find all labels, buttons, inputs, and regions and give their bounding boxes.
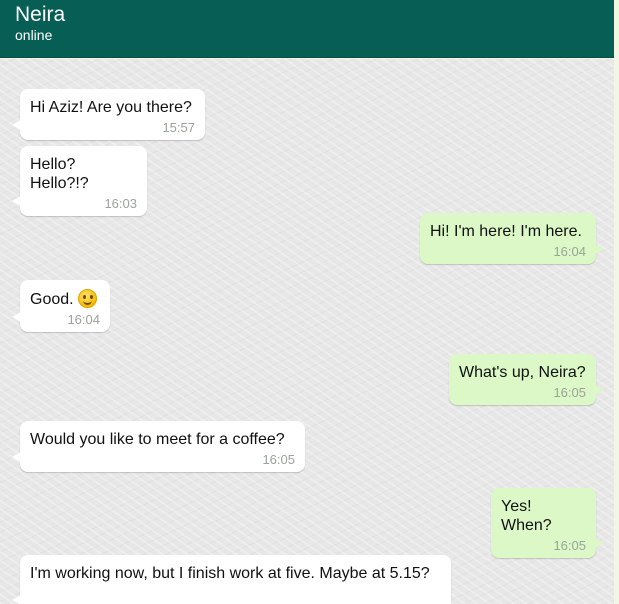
message-incoming[interactable]: Would you like to meet for a coffee? 16:… bbox=[12, 421, 305, 472]
message-text: What's up, Neira? bbox=[459, 364, 586, 381]
message-time: 16:05 bbox=[262, 452, 295, 467]
message-outgoing[interactable]: What's up, Neira? 16:05 bbox=[449, 354, 604, 405]
message-incoming[interactable]: Good. 16:04 bbox=[12, 280, 110, 332]
message-text: Hi! I'm here! I'm here. bbox=[430, 223, 582, 240]
contact-status: online bbox=[15, 27, 53, 43]
message-text: I'm working now, but I finish work at fi… bbox=[30, 565, 430, 582]
message-incoming[interactable]: Hi Aziz! Are you there? 15:57 bbox=[12, 89, 205, 140]
message-text: Hello? Hello?!? bbox=[30, 156, 89, 192]
scrollbar[interactable] bbox=[614, 0, 619, 604]
message-incoming[interactable]: I'm working now, but I finish work at fi… bbox=[12, 555, 451, 604]
message-time: 16:04 bbox=[553, 244, 586, 259]
message-time: 16:03 bbox=[104, 196, 137, 211]
message-incoming[interactable]: Hello? Hello?!? 16:03 bbox=[12, 146, 147, 216]
message-text: Yes! When? bbox=[501, 498, 552, 534]
message-list[interactable]: Hi Aziz! Are you there? 15:57 Hello? Hel… bbox=[0, 59, 614, 604]
message-text: Hi Aziz! Are you there? bbox=[30, 99, 192, 116]
smile-emoji-icon bbox=[77, 289, 97, 308]
message-time: 16:04 bbox=[67, 312, 100, 327]
message-time: 15:57 bbox=[162, 120, 195, 135]
message-text: Would you like to meet for a coffee? bbox=[30, 431, 285, 448]
chat-header: Neira online bbox=[0, 0, 614, 58]
message-time: 16:05 bbox=[553, 538, 586, 553]
message-outgoing[interactable]: Hi! I'm here! I'm here. 16:04 bbox=[420, 213, 604, 264]
contact-name[interactable]: Neira bbox=[15, 2, 614, 27]
message-text: Good. bbox=[30, 291, 74, 308]
message-time: 16:05 bbox=[553, 385, 586, 400]
message-outgoing[interactable]: Yes! When? 16:05 bbox=[491, 488, 604, 558]
